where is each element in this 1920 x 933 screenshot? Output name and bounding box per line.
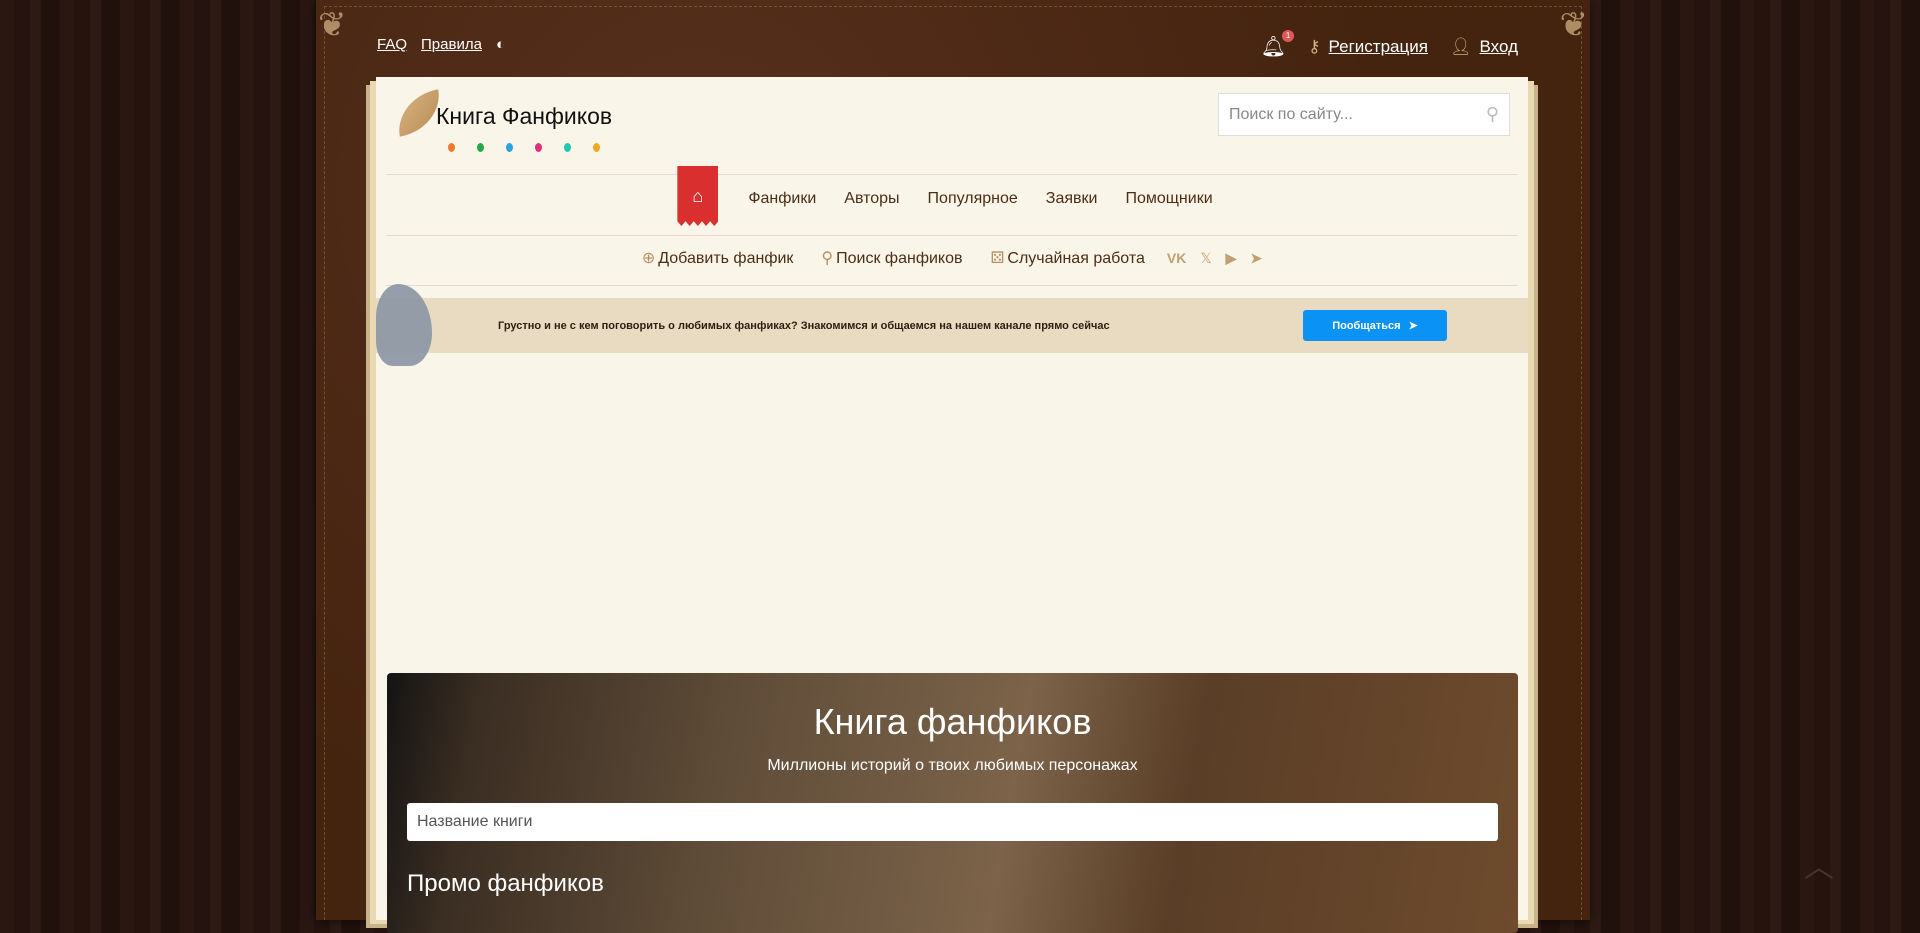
hero-section: Книга фанфиков Миллионы историй о твоих … (387, 673, 1518, 933)
scroll-to-top-icon[interactable]: ︿ (1804, 842, 1834, 886)
chat-button[interactable]: Пообщаться ➤ (1303, 310, 1447, 341)
promo-heading: Промо фанфиков (407, 870, 604, 897)
divider (386, 235, 1518, 236)
add-fanfic-label: Добавить фанфик (658, 250, 794, 267)
search-fanfics-label: Поиск фанфиков (836, 250, 963, 267)
main-content: Книга Фанфиков Поиск по сайту... ⚲ ⌂ Фан… (376, 77, 1528, 933)
hero-subtitle: Миллионы историй о твоих любимых персона… (767, 757, 1138, 774)
nav-authors[interactable]: Авторы (844, 190, 899, 208)
home-icon: ⌂ (692, 185, 704, 206)
random-work-label: Случайная работа (1007, 250, 1145, 267)
nav-helpers[interactable]: Помощники (1125, 190, 1212, 208)
social-links: VK 𝕏 ▶ ➤ (1167, 250, 1262, 267)
telegram-banner: Грустно и не с кем поговорить о любимых … (376, 284, 1528, 366)
search-fanfics-link[interactable]: ⚲ Поиск фанфиков (821, 248, 962, 268)
search-icon[interactable]: ⚲ (1486, 104, 1499, 125)
site-logo[interactable]: Книга Фанфиков (392, 89, 613, 152)
faq-link[interactable]: FAQ (377, 36, 407, 53)
add-fanfic-link[interactable]: ⊕ Добавить фанфик (642, 248, 794, 268)
notifications-bell-icon[interactable]: 🔔︎ 1 (1261, 30, 1295, 59)
search-icon: ⚲ (821, 250, 834, 267)
secondary-nav: ⊕ Добавить фанфик ⚲ Поиск фанфиков ⚄ Случай… (376, 248, 1528, 268)
notification-badge: 1 (1282, 30, 1295, 42)
vk-icon[interactable]: VK (1167, 250, 1186, 267)
youtube-icon[interactable]: ▶ (1226, 250, 1237, 267)
logo-text: Книга Фанфиков (436, 103, 613, 129)
key-icon: ⚷ (1308, 36, 1321, 56)
home-button[interactable]: ⌂ (677, 166, 719, 226)
main-nav: ⌂ Фанфики Авторы Популярное Заявки Помощ… (376, 166, 1528, 229)
chat-button-label: Пообщаться (1332, 319, 1401, 332)
theme-toggle-icon[interactable]: ◐ (496, 36, 505, 53)
banner-text: Грустно и не с кем поговорить о любимых … (498, 319, 1110, 332)
telegram-icon[interactable]: ➤ (1250, 250, 1262, 267)
site-search-input[interactable]: Поиск по сайту... ⚲ (1218, 93, 1510, 136)
search-placeholder: Поиск по сайту... (1229, 105, 1353, 123)
nav-requests[interactable]: Заявки (1046, 190, 1098, 208)
ornament-icon: ❦ (318, 6, 347, 44)
ornament-icon: ❦ (1559, 6, 1589, 44)
register-link[interactable]: Регистрация (1329, 37, 1428, 57)
top-bar: FAQ Правила ◐ 🔔︎ 1 ⚷ Регистрация 👤︎ Вход (377, 30, 1532, 59)
login-link[interactable]: Вход (1480, 37, 1518, 57)
hero-title: Книга фанфиков (813, 701, 1092, 742)
telegram-icon: ➤ (1408, 320, 1418, 332)
book-title-input[interactable]: Название книги (407, 803, 1498, 841)
x-icon[interactable]: 𝕏 (1200, 250, 1211, 267)
user-icon: 👤︎ (1449, 36, 1472, 56)
rules-link[interactable]: Правила (421, 36, 482, 53)
cat-mascot-icon (376, 284, 432, 366)
random-work-link[interactable]: ⚄ Случайная работа (991, 248, 1145, 268)
divider (386, 285, 1518, 286)
garland-icon (448, 143, 622, 152)
plus-circle-icon: ⊕ (641, 250, 656, 267)
dice-icon: ⚄ (990, 250, 1005, 267)
nav-popular[interactable]: Популярное (928, 190, 1018, 208)
nav-fanfics[interactable]: Фанфики (748, 190, 816, 208)
